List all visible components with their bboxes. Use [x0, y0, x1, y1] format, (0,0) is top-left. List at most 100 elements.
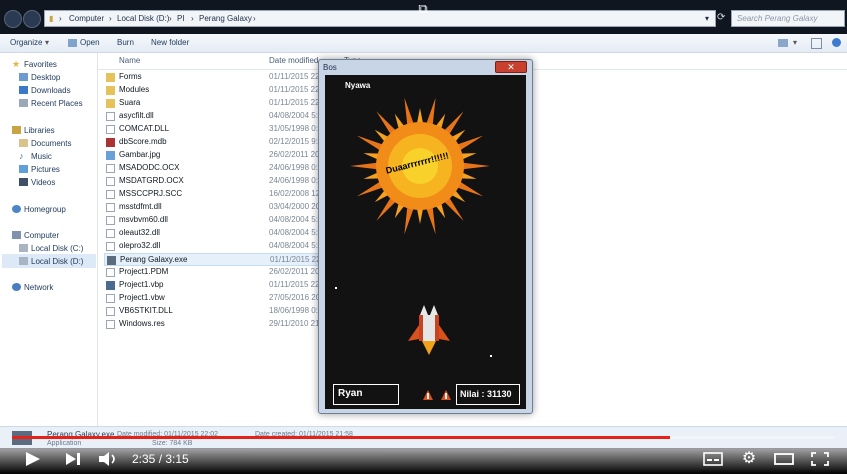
details-type: Application: [47, 440, 82, 447]
nav-local-disk-c[interactable]: Local Disk (C:): [31, 244, 83, 253]
refresh-icon[interactable]: ⟳: [717, 10, 729, 26]
subtitles-icon[interactable]: [702, 450, 724, 468]
list-item[interactable]: oleaut32.dll 04/08/2004 5:5: [104, 227, 334, 240]
score-text: Nilai : 31130: [460, 389, 512, 399]
open-icon: [68, 39, 77, 47]
dropdown-icon[interactable]: ▾: [705, 14, 709, 23]
game-canvas[interactable]: Nyawa Duaarrrrrrr!!!!!! Ryan Nilai : 311…: [325, 75, 526, 409]
star-dot: [335, 287, 337, 289]
address-bar[interactable]: ▮ › Computer › Local Disk (D:) › PI › Pe…: [44, 10, 716, 27]
close-button[interactable]: ✕: [495, 61, 527, 73]
settings-gear-icon[interactable]: ⚙: [738, 450, 760, 468]
app-icon: [107, 256, 116, 265]
list-item-selected[interactable]: Perang Galaxy.exe 01/11/2015 22:0: [104, 253, 334, 266]
search-input[interactable]: Search Perang Galaxy: [731, 10, 845, 27]
network-icon: [12, 283, 21, 291]
folder-icon: ▮: [49, 14, 54, 23]
chevron-down-icon[interactable]: ▾: [793, 38, 797, 47]
list-item[interactable]: msstdfmt.dll 03/04/2000 20:0: [104, 201, 334, 214]
view-icon[interactable]: [778, 39, 788, 47]
volume-icon[interactable]: [97, 450, 119, 468]
back-button[interactable]: [4, 10, 22, 28]
folder-icon: [106, 99, 115, 108]
crumb-computer[interactable]: Computer: [69, 14, 104, 23]
column-header-date-modified[interactable]: Date modified: [269, 56, 318, 65]
list-item[interactable]: MSSCCPRJ.SCC 16/02/2008 12:3: [104, 188, 334, 201]
list-item[interactable]: COMCAT.DLL 31/05/1998 0:0: [104, 123, 334, 136]
search-placeholder: Search Perang Galaxy: [737, 14, 818, 23]
list-item[interactable]: VB6STKIT.DLL 18/06/1998 0:0: [104, 305, 334, 318]
list-item[interactable]: Suara 01/11/2015 22:0: [104, 97, 334, 110]
organize-button[interactable]: Organize: [10, 38, 42, 47]
column-header-name[interactable]: Name: [119, 56, 140, 65]
list-item[interactable]: Forms 01/11/2015 22:0: [104, 71, 334, 84]
nav-homegroup[interactable]: Homegroup: [24, 205, 66, 214]
command-bar: Organize ▾ Open Burn New folder ▾: [0, 34, 847, 53]
nav-local-disk-d[interactable]: Local Disk (D:): [31, 257, 83, 266]
list-item[interactable]: Modules 01/11/2015 22:0: [104, 84, 334, 97]
nav-videos[interactable]: Videos: [31, 178, 55, 187]
file-icon: [106, 112, 115, 121]
crumb-pi[interactable]: PI: [177, 14, 185, 23]
list-item[interactable]: asycfilt.dll 04/08/2004 5:5: [104, 110, 334, 123]
chevron-down-icon: ▾: [45, 38, 50, 47]
libraries-icon: [12, 126, 21, 134]
address-bar-strip: ▮ › Computer › Local Disk (D:) › PI › Pe…: [0, 0, 847, 34]
nav-network[interactable]: Network: [24, 283, 53, 292]
player-name-box: Ryan: [333, 384, 399, 405]
nav-documents[interactable]: Documents: [31, 139, 71, 148]
lives-label: Nyawa: [345, 81, 371, 90]
life-ship-icon: [423, 390, 433, 400]
file-icon: [106, 294, 115, 303]
videos-icon: [19, 178, 28, 186]
nav-desktop[interactable]: Desktop: [31, 73, 60, 82]
list-item[interactable]: MSDATGRD.OCX 24/06/1998 0:0: [104, 175, 334, 188]
navigation-pane: ★ Favorites Desktop Downloads Recent Pla…: [0, 53, 98, 434]
file-icon: [106, 242, 115, 251]
nav-favorites[interactable]: Favorites: [24, 60, 57, 69]
star-icon: ★: [12, 59, 21, 69]
file-icon: [106, 190, 115, 199]
expand-icon[interactable]: ⧉: [415, 1, 431, 16]
open-button[interactable]: Open: [80, 38, 100, 47]
progress-fill: [12, 436, 671, 439]
file-icon: [106, 216, 115, 225]
list-item[interactable]: olepro32.dll 04/08/2004 5:5: [104, 240, 334, 253]
new-folder-button[interactable]: New folder: [151, 38, 189, 47]
desktop-icon: [19, 73, 28, 81]
file-icon: [106, 177, 115, 186]
pictures-icon: [19, 165, 28, 173]
nav-recent-places[interactable]: Recent Places: [31, 99, 83, 108]
list-item[interactable]: msvbvm60.dll 04/08/2004 5:5: [104, 214, 334, 227]
burn-button[interactable]: Burn: [117, 38, 134, 47]
list-item[interactable]: MSADODC.OCX 24/06/1998 0:0: [104, 162, 334, 175]
next-icon[interactable]: [62, 450, 84, 468]
list-item[interactable]: Project1.PDM 26/02/2011 20:0: [104, 266, 334, 279]
help-icon[interactable]: [832, 38, 841, 47]
nav-libraries[interactable]: Libraries: [24, 126, 55, 135]
nav-downloads[interactable]: Downloads: [31, 86, 71, 95]
nav-pictures[interactable]: Pictures: [31, 165, 60, 174]
forward-button[interactable]: [23, 10, 41, 28]
list-item[interactable]: Project1.vbp 01/11/2015 22:0: [104, 279, 334, 292]
fullscreen-icon[interactable]: [809, 450, 831, 468]
chevron-icon: ›: [109, 14, 112, 23]
crumb-perang-galaxy[interactable]: Perang Galaxy: [199, 14, 252, 23]
list-item[interactable]: Project1.vbw 27/05/2016 20:4: [104, 292, 334, 305]
player-spaceship-icon: [408, 305, 450, 355]
nav-computer[interactable]: Computer: [24, 231, 59, 240]
drive-icon: [19, 244, 28, 252]
list-item[interactable]: Gambar.jpg 26/02/2011 20:0: [104, 149, 334, 162]
list-item[interactable]: Windows.res 29/11/2010 21:3: [104, 318, 334, 331]
computer-icon: [12, 231, 21, 239]
nav-music[interactable]: Music: [31, 152, 52, 161]
chevron-icon: ›: [169, 14, 172, 23]
list-item[interactable]: dbScore.mdb 02/12/2015 9:4: [104, 136, 334, 149]
game-window: Bos ✕ Nyawa Duaarrrrrrr!!!!!! Ryan Nilai…: [318, 59, 533, 414]
play-icon[interactable]: [22, 450, 44, 468]
theater-mode-icon[interactable]: [773, 450, 795, 468]
file-icon: [106, 320, 115, 329]
crumb-local-disk-d[interactable]: Local Disk (D:): [117, 14, 169, 23]
drive-icon: [19, 257, 28, 265]
preview-pane-icon[interactable]: [811, 38, 822, 49]
